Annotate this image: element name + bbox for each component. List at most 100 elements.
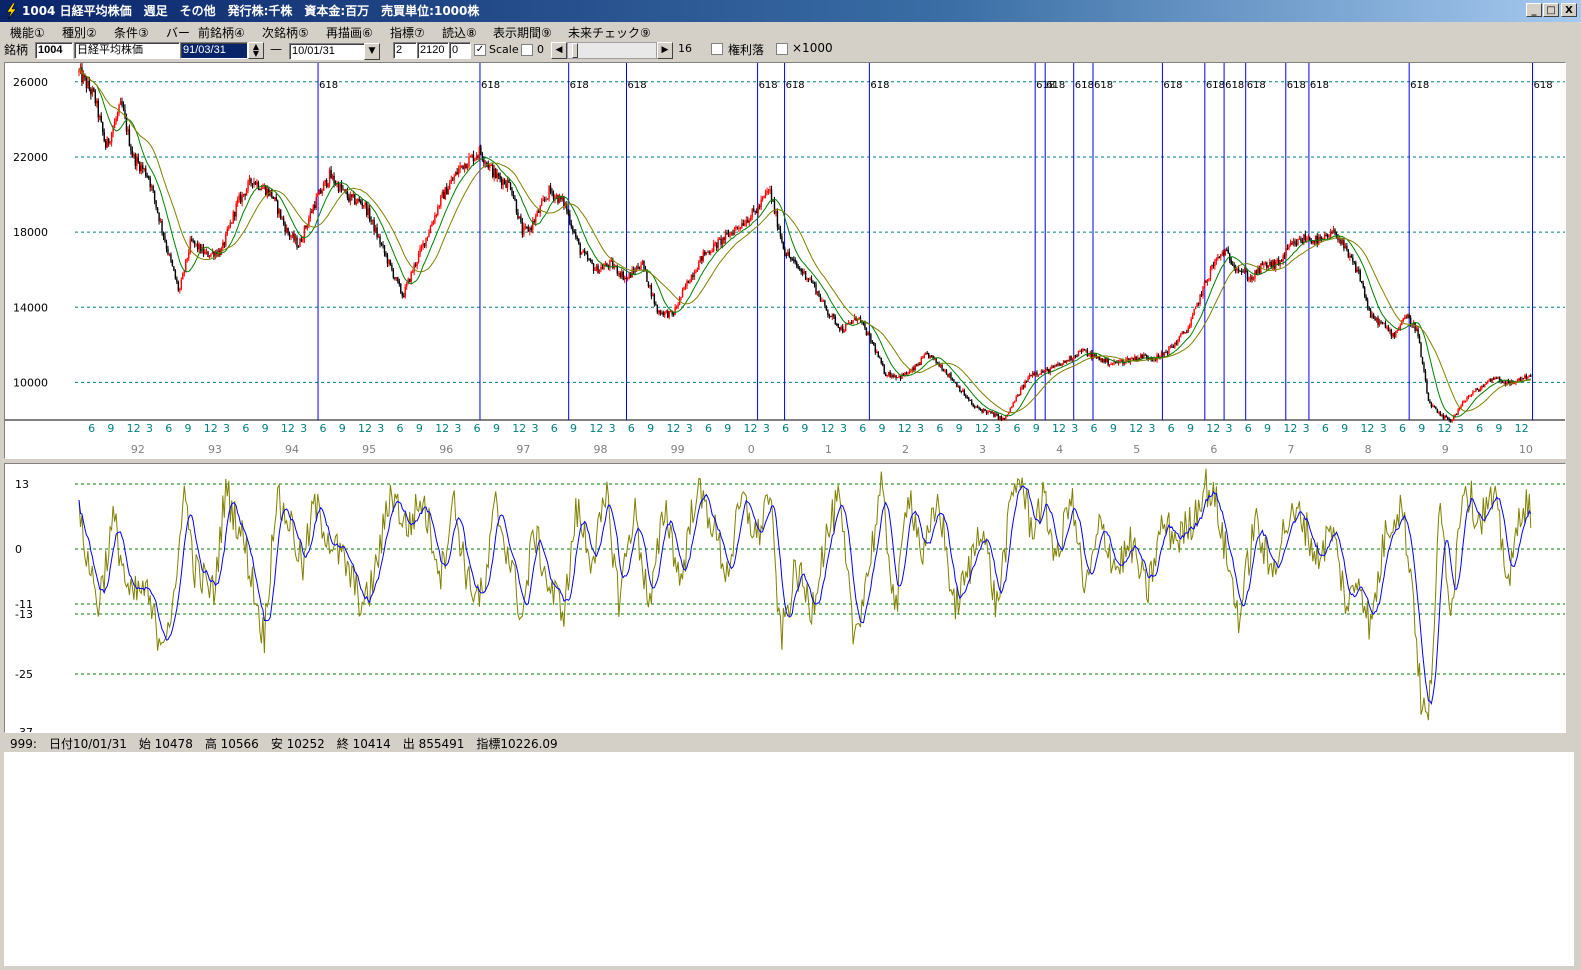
candle-body <box>1375 317 1378 321</box>
candle-body <box>1261 263 1264 266</box>
candle-body <box>1501 381 1504 383</box>
candle-body <box>1245 270 1247 273</box>
candle-body <box>1359 270 1361 282</box>
candle-body <box>1003 418 1006 420</box>
candle-body <box>960 391 963 393</box>
candle-body <box>1061 363 1063 366</box>
candle-body <box>546 198 549 200</box>
month-tick-label: 3 <box>300 422 307 435</box>
slider-left-arrow[interactable]: ◀ <box>551 42 567 59</box>
candle-body <box>583 250 586 254</box>
menu-display-period[interactable]: 表示期間⑨ <box>493 24 552 41</box>
candle-body <box>1331 232 1333 234</box>
candle-body <box>1530 375 1532 377</box>
period-slider-track[interactable] <box>567 42 657 59</box>
candle-body <box>1325 234 1327 236</box>
price-ytick-label: 14000 <box>13 301 48 314</box>
menu-redraw[interactable]: 再描画⑥ <box>326 24 373 41</box>
candle-body <box>437 206 439 215</box>
x1000-checkbox[interactable] <box>776 43 788 55</box>
candle-body <box>472 154 475 162</box>
minimize-button[interactable]: _ <box>1526 3 1542 17</box>
stock-code-field[interactable]: 1004 <box>35 42 73 59</box>
candle-body <box>324 179 326 184</box>
candle-body <box>78 70 80 73</box>
candle-body <box>1292 241 1295 245</box>
candle-body <box>1304 234 1307 240</box>
menu-function[interactable]: 機能① <box>10 24 45 41</box>
candle-body <box>1396 330 1399 332</box>
param1-field[interactable]: 2 <box>393 42 417 59</box>
candle-body <box>229 222 231 228</box>
candle-body <box>1291 242 1293 245</box>
period-slider-thumb[interactable] <box>572 43 578 58</box>
close-button[interactable]: X <box>1561 3 1577 17</box>
candle-body <box>1395 331 1397 337</box>
month-tick-label: 12 <box>1283 422 1297 435</box>
param2-field[interactable]: 2120 <box>417 42 449 59</box>
scale-checkbox[interactable]: ✓ <box>474 44 486 56</box>
end-date-dropdown[interactable]: ▼ <box>364 43 380 60</box>
candle-body <box>741 223 743 228</box>
end-date-field[interactable]: 10/01/31 <box>289 43 365 60</box>
candle-body <box>1104 358 1106 363</box>
candle-body <box>664 311 666 316</box>
candle-body <box>1404 317 1406 319</box>
candle-body <box>1231 264 1234 266</box>
stock-name-field[interactable]: 日経平均株価 <box>74 42 180 59</box>
candle-body <box>1387 327 1390 332</box>
marker-label: 618 <box>1225 80 1244 91</box>
candle-body <box>793 259 795 261</box>
candle-body <box>1257 266 1259 275</box>
month-tick-label: 3 <box>1148 422 1155 435</box>
candle-body <box>177 282 180 291</box>
scale-zero-checkbox[interactable] <box>521 44 533 56</box>
oscillator-chart[interactable]: 130-11-13-25-37 <box>5 464 1565 732</box>
menu-prev-stock[interactable]: 前銘柄④ <box>198 24 245 41</box>
candle-body <box>340 183 343 189</box>
candle-body <box>1043 371 1046 373</box>
menu-indicator[interactable]: 指標⑦ <box>390 24 425 41</box>
candle-body <box>1415 328 1418 332</box>
start-date-field[interactable]: 91/03/31 <box>180 42 248 59</box>
param3-field[interactable]: 0 <box>449 42 471 59</box>
menu-future-check[interactable]: 未来チェック⑨ <box>568 24 651 41</box>
menu-condition[interactable]: 条件③ <box>114 24 149 41</box>
menu-type[interactable]: 種別② <box>62 24 97 41</box>
candle-body <box>1495 377 1498 379</box>
candle-body <box>1476 388 1479 390</box>
candle-body <box>93 88 95 92</box>
candle-body <box>314 205 316 209</box>
start-date-spinner[interactable]: ▲ ▼ <box>248 42 264 59</box>
menu-next-stock[interactable]: 次銘柄⑤ <box>262 24 309 41</box>
candle-body <box>884 373 887 376</box>
candle-body <box>133 154 135 157</box>
candle-body <box>1297 239 1299 246</box>
candle-body <box>717 239 719 249</box>
candle-body <box>446 187 448 195</box>
candle-body <box>1011 406 1013 409</box>
candle-body <box>874 345 877 353</box>
candle-body <box>121 101 123 106</box>
candle-body <box>496 173 498 178</box>
candle-body <box>616 266 618 274</box>
candle-body <box>1445 415 1447 418</box>
price-chart[interactable]: 2600022000180001400010000618 618 618 618 618… <box>5 63 1565 458</box>
candle-body <box>1131 358 1133 360</box>
candle-body <box>1022 385 1025 388</box>
candle-body <box>1211 264 1213 269</box>
candle-body <box>1263 263 1265 266</box>
maximize-button[interactable]: □ <box>1543 3 1559 17</box>
candle-body <box>192 240 194 242</box>
rights-checkbox[interactable] <box>711 43 723 55</box>
candle-body <box>97 100 99 118</box>
candle-body <box>156 207 159 213</box>
candle-body <box>1475 388 1477 392</box>
candle-body <box>770 189 773 201</box>
slider-right-arrow[interactable]: ▶ <box>657 42 673 59</box>
month-tick-label: 3 <box>763 422 770 435</box>
month-tick-label: 12 <box>358 422 372 435</box>
menu-bar-item[interactable]: バー <box>166 24 190 41</box>
candle-body <box>331 175 334 179</box>
menu-load[interactable]: 読込⑧ <box>442 24 477 41</box>
